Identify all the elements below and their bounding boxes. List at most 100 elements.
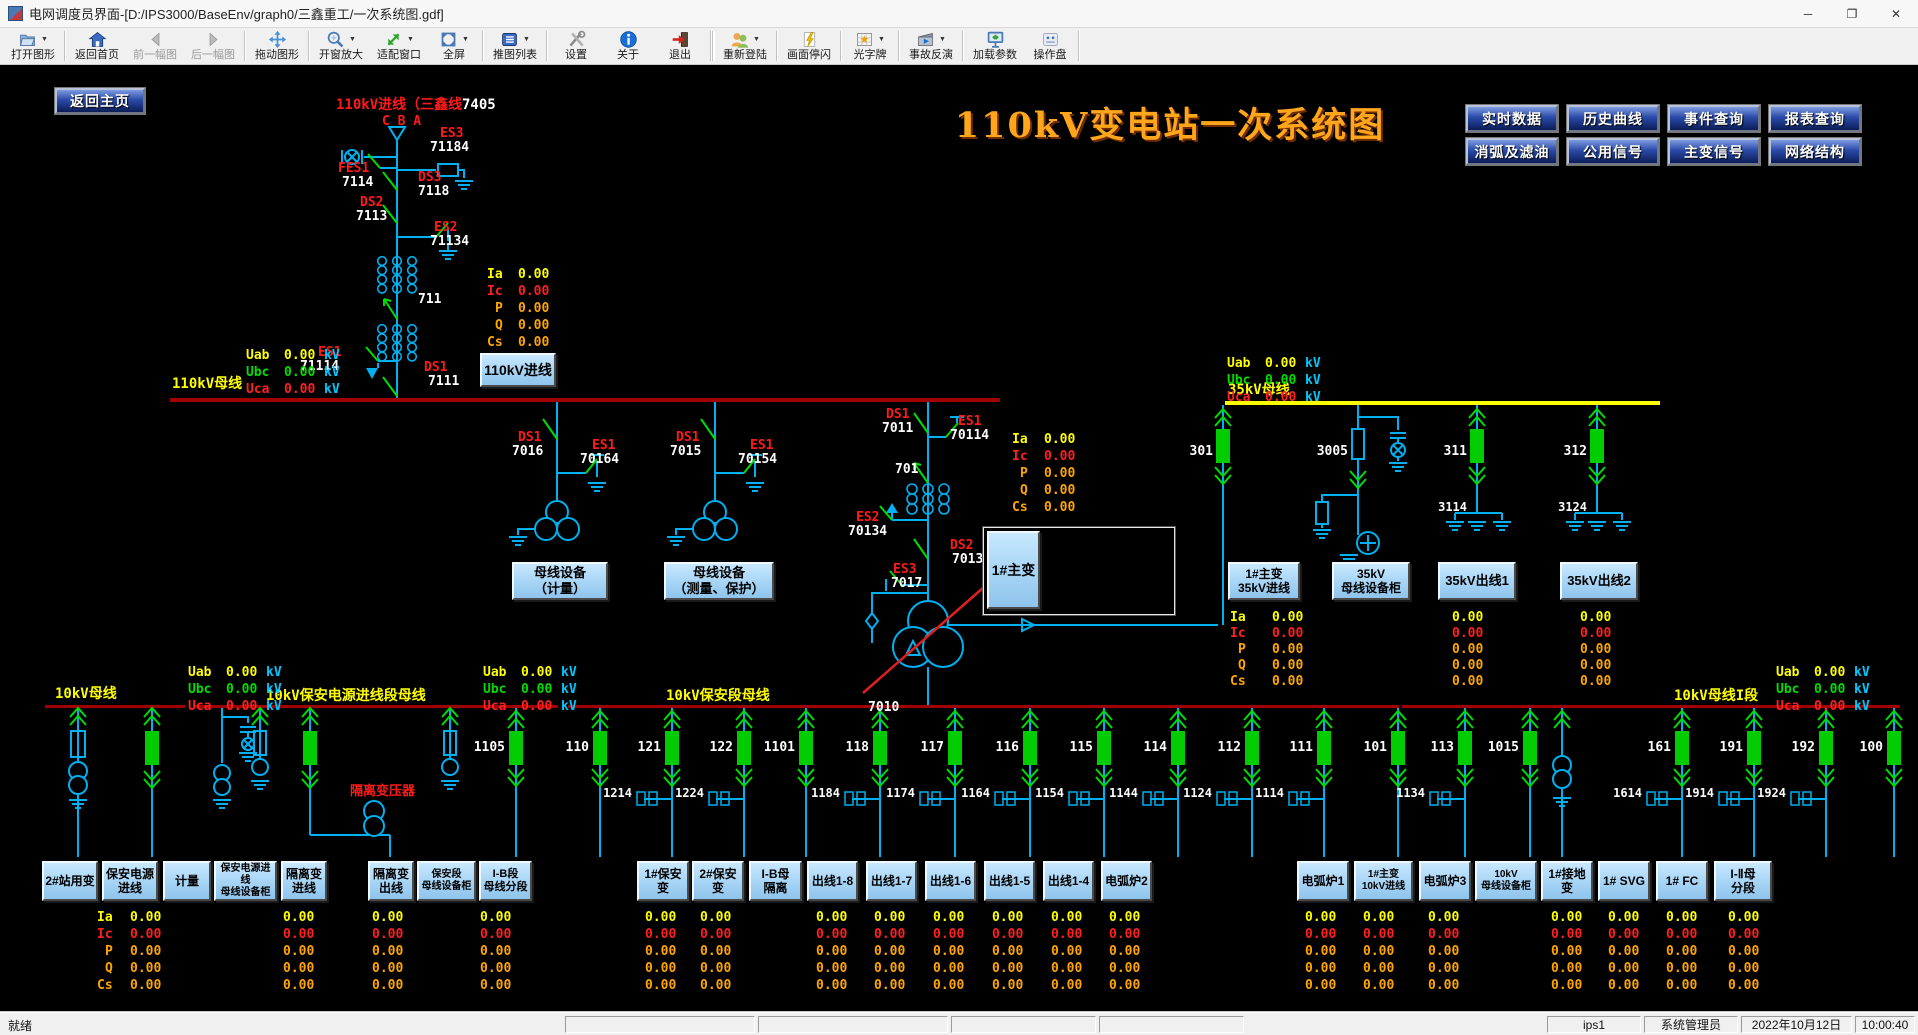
chevron-down-icon[interactable]: ▼ bbox=[462, 36, 469, 43]
feeder-116[interactable] bbox=[995, 708, 1038, 857]
feeder-111[interactable] bbox=[1289, 708, 1332, 857]
close-button[interactable]: ✕ bbox=[1874, 0, 1918, 28]
diagram-button[interactable]: 35kV出线1 bbox=[1438, 562, 1516, 600]
toolbar-button-home[interactable]: 返回首页 bbox=[68, 29, 126, 63]
feeder-3005[interactable] bbox=[1313, 405, 1407, 563]
feeder-110[interactable] bbox=[592, 708, 608, 857]
diagram-button[interactable]: 出线1-6 bbox=[925, 861, 976, 901]
nav-button-1[interactable]: 实时数据 bbox=[1466, 105, 1558, 132]
diagram-button[interactable]: 电弧炉3 bbox=[1419, 861, 1471, 901]
diagram-button[interactable]: 2#保安变 bbox=[692, 861, 744, 901]
nav-button-5[interactable]: 消弧及滤油 bbox=[1466, 138, 1558, 165]
diagram-button[interactable]: 电弧炉2 bbox=[1101, 861, 1152, 901]
feeder-115[interactable] bbox=[1069, 708, 1112, 857]
bus-10kv-secure-infeed[interactable] bbox=[194, 705, 558, 708]
feeder-1105[interactable] bbox=[508, 708, 524, 857]
toolbar-button-alarm[interactable]: ▼光字牌 bbox=[844, 29, 896, 63]
home-page-button[interactable]: 返回主页 bbox=[55, 88, 145, 114]
diagram-button[interactable]: I-B段 母线分段 bbox=[479, 861, 532, 901]
feeder-121[interactable] bbox=[637, 708, 680, 857]
diagram-button[interactable]: 1#接地变 bbox=[1541, 861, 1593, 901]
chevron-down-icon[interactable]: ▼ bbox=[753, 36, 760, 43]
feeder-311[interactable] bbox=[1446, 405, 1511, 530]
diagram-button[interactable]: 1# SVG bbox=[1598, 861, 1650, 901]
diagram-button[interactable]: 1#主变 10kV进线 bbox=[1354, 861, 1413, 901]
minimize-button[interactable]: ─ bbox=[1786, 0, 1830, 28]
nav-button-7[interactable]: 主变信号 bbox=[1668, 138, 1760, 165]
maximize-button[interactable]: ❐ bbox=[1830, 0, 1874, 28]
chevron-down-icon[interactable]: ▼ bbox=[407, 36, 414, 43]
diagram-button[interactable]: 计量 bbox=[163, 861, 211, 901]
feeder-118[interactable] bbox=[845, 708, 888, 857]
diagram-button[interactable]: 隔离变 进线 bbox=[281, 861, 327, 901]
nav-button-4[interactable]: 报表查询 bbox=[1769, 105, 1861, 132]
diagram-button[interactable]: 1# FC bbox=[1656, 861, 1708, 901]
feeder-192[interactable] bbox=[1791, 708, 1834, 857]
diagram-button[interactable]: 10kV 母线设备柜 bbox=[1475, 861, 1537, 901]
diagram-button[interactable]: 电弧炉1 bbox=[1297, 861, 1349, 901]
toolbar-button-flash[interactable]: 画面停闪 bbox=[780, 29, 838, 63]
bus-10kv-section1[interactable] bbox=[1402, 705, 1900, 708]
toolbar-button-load[interactable]: 加载参数 bbox=[966, 29, 1024, 63]
diagram-button[interactable]: 1#保安变 bbox=[637, 861, 689, 901]
toolbar-button-settings[interactable]: 设置 bbox=[550, 29, 602, 63]
chevron-down-icon[interactable]: ▼ bbox=[878, 36, 885, 43]
feeder-114[interactable] bbox=[1143, 708, 1186, 857]
nav-button-8[interactable]: 网络结构 bbox=[1769, 138, 1861, 165]
diagram-button[interactable]: 保安段 母线设备柜 bbox=[417, 861, 476, 901]
diagram-button[interactable]: 35kV出线2 bbox=[1560, 562, 1638, 600]
chevron-down-icon[interactable]: ▼ bbox=[349, 36, 356, 43]
toolbar-button-fit[interactable]: ▼适配窗口 bbox=[370, 29, 428, 63]
feeder-100[interactable] bbox=[1886, 708, 1902, 857]
nav-button-3[interactable]: 事件查询 bbox=[1668, 105, 1760, 132]
feeder-1101[interactable] bbox=[798, 708, 814, 857]
chevron-down-icon[interactable]: ▼ bbox=[523, 36, 530, 43]
diagram-button[interactable]: 35kV 母线设备柜 bbox=[1332, 562, 1410, 600]
bus-10kv-secure[interactable] bbox=[568, 705, 1399, 708]
diagram-button[interactable]: 出线1-7 bbox=[866, 861, 917, 901]
feeder-1015[interactable] bbox=[1522, 708, 1538, 857]
toolbar-button-list[interactable]: ▼推图列表 bbox=[486, 29, 544, 63]
toolbar-button-open[interactable]: ▼打开图形 bbox=[4, 29, 62, 63]
main-transformer-switches[interactable] bbox=[880, 413, 958, 585]
main-transformer-button[interactable]: 1#主变 bbox=[987, 531, 1040, 609]
bus-110kv[interactable] bbox=[170, 398, 1000, 402]
feeder-112[interactable] bbox=[1217, 708, 1260, 857]
diagram-button[interactable]: 保安电源进线 母线设备柜 bbox=[214, 861, 277, 901]
feeder-trafo-1562[interactable] bbox=[1553, 708, 1571, 857]
chevron-down-icon[interactable]: ▼ bbox=[939, 36, 946, 43]
feeder-312[interactable] bbox=[1566, 405, 1631, 530]
bus-35kv[interactable] bbox=[1225, 401, 1660, 405]
bus-pt-switches[interactable] bbox=[543, 419, 755, 473]
feeder-117[interactable] bbox=[920, 708, 963, 857]
nav-button-6[interactable]: 公用信号 bbox=[1567, 138, 1659, 165]
feeder-101[interactable] bbox=[1390, 708, 1406, 857]
toolbar-button-replay[interactable]: ▼事故反演 bbox=[902, 29, 960, 63]
diagram-button[interactable]: 110kV进线 bbox=[480, 353, 556, 387]
feeder-191[interactable] bbox=[1719, 708, 1762, 857]
chevron-down-icon[interactable]: ▼ bbox=[41, 36, 48, 43]
toolbar-button-zoom[interactable]: ▼开窗放大 bbox=[312, 29, 370, 63]
diagram-button[interactable]: 出线1-8 bbox=[807, 861, 858, 901]
diagram-button[interactable]: 1#主变 35kV进线 bbox=[1228, 562, 1300, 600]
toolbar-button-relogin[interactable]: ▼重新登陆 bbox=[716, 29, 774, 63]
diagram-button[interactable]: 2#站用变 bbox=[42, 861, 98, 901]
toolbar-button-drag[interactable]: 拖动图形 bbox=[248, 29, 306, 63]
diagram-button[interactable]: 出线1-5 bbox=[984, 861, 1035, 901]
feeder-122[interactable] bbox=[709, 708, 752, 857]
diagram-button[interactable]: I-Ⅱ母 分段 bbox=[1714, 861, 1772, 901]
feeder-161[interactable] bbox=[1647, 708, 1690, 857]
nav-button-2[interactable]: 历史曲线 bbox=[1567, 105, 1659, 132]
feeder-113[interactable] bbox=[1430, 708, 1473, 857]
toolbar-button-exit[interactable]: 退出 bbox=[654, 29, 706, 63]
toolbar-button-about[interactable]: 关于 bbox=[602, 29, 654, 63]
toolbar-button-fullscreen[interactable]: ▼全屏 bbox=[428, 29, 480, 63]
diagram-button[interactable]: 出线1-4 bbox=[1043, 861, 1094, 901]
diagram-button[interactable]: I-B母 隔离 bbox=[749, 861, 802, 901]
diagram-button[interactable]: 母线设备 （测量、保护） bbox=[664, 562, 774, 600]
diagram-button[interactable]: 母线设备 （计量） bbox=[512, 562, 608, 600]
diagram-button[interactable]: 保安电源 进线 bbox=[102, 861, 158, 901]
toolbar-button-panel[interactable]: 操作盘 bbox=[1024, 29, 1076, 63]
feeders-10kv-left[interactable] bbox=[69, 708, 459, 857]
diagram-button[interactable]: 隔离变 出线 bbox=[368, 861, 414, 901]
